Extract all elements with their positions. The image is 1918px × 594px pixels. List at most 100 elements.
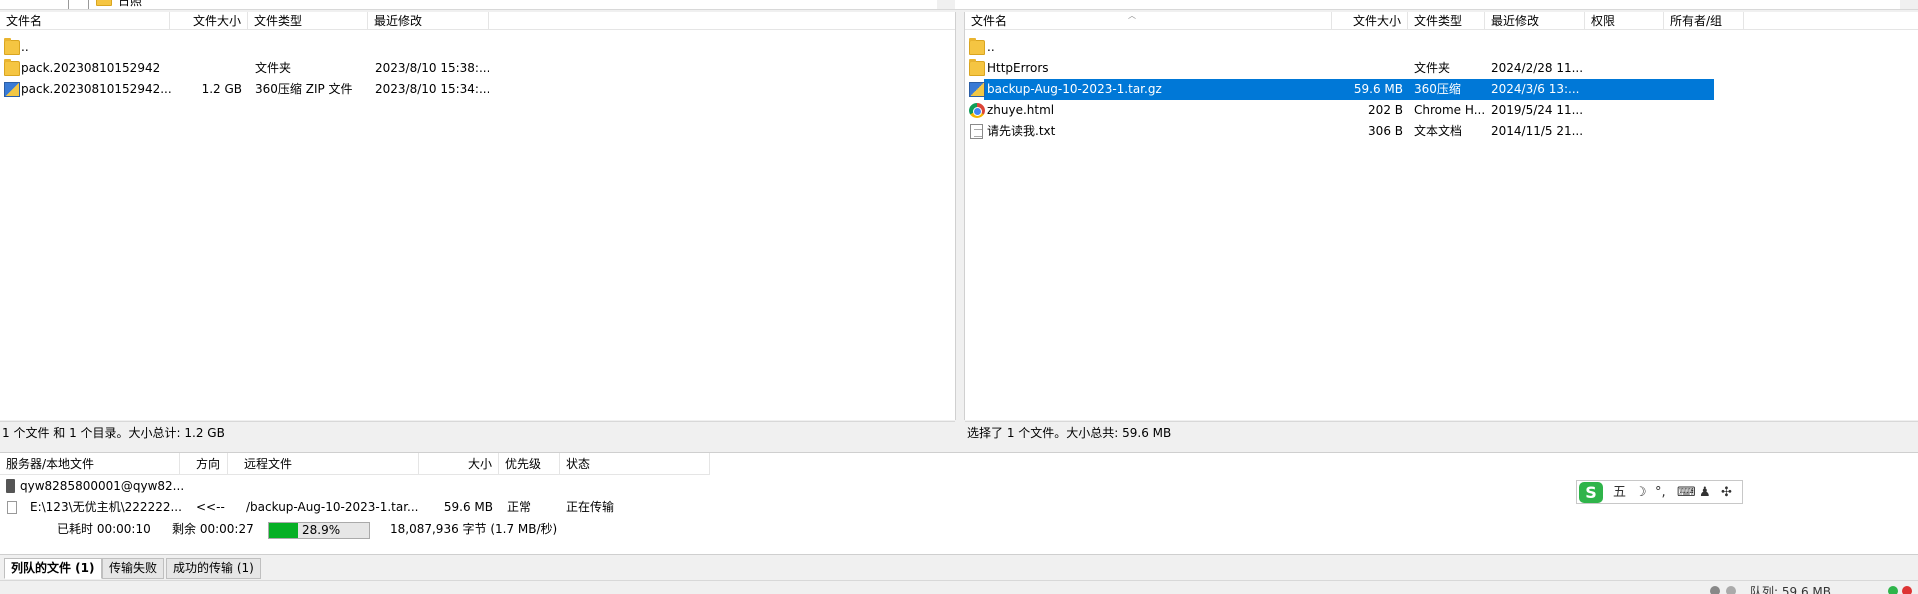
sogou-logo-icon[interactable]: S [1579, 482, 1603, 503]
transfer-size: 59.6 MB [443, 500, 493, 514]
punctuation-icon[interactable]: °, [1655, 481, 1666, 505]
remote-list-header: 文件名 ︿ 文件大小 文件类型 最近修改 权限 所有者/组 [965, 11, 1918, 30]
column-header-size[interactable]: 文件大小 [1332, 12, 1408, 30]
column-header-direction[interactable]: 方向 [180, 453, 228, 475]
column-header-owner[interactable]: 所有者/组 [1664, 12, 1744, 30]
list-item[interactable]: HttpErrors 文件夹 2024/2/28 11... [965, 58, 1918, 79]
file-type: 文件夹 [255, 61, 292, 75]
local-list-header: 文件名 ︿ 文件大小 文件类型 最近修改 [0, 11, 955, 30]
file-type: 360压缩 ZIP 文件 [255, 82, 353, 96]
server-icon [6, 479, 15, 493]
remote-status-bar: 选择了 1 个文件。大小总共: 59.6 MB [965, 421, 1918, 443]
chrome-icon [969, 103, 985, 118]
file-name: pack.20230810152942.... [21, 82, 171, 96]
transfer-status-icon [1902, 586, 1912, 594]
scrollbar-stub[interactable] [1900, 0, 1918, 9]
file-size: 202 B [1368, 103, 1403, 117]
bottom-status-bar: 队列: 59.6 MB [0, 580, 1918, 594]
transfer-status: 正在传输 [566, 500, 615, 514]
list-item[interactable]: zhuye.html 202 B Chrome H... 2019/5/24 1… [965, 100, 1918, 121]
tree-line [68, 0, 69, 9]
local-dir-tree-strip[interactable]: 日照 [0, 0, 1918, 10]
list-item[interactable]: .. [0, 37, 955, 58]
tree-line [88, 0, 89, 9]
remote-file-list[interactable]: 文件名 ︿ 文件大小 文件类型 最近修改 权限 所有者/组 .. HttpErr… [965, 11, 1918, 420]
file-name: 请先读我.txt [987, 124, 1056, 138]
column-header-size[interactable]: 文件大小 [170, 12, 248, 30]
file-modified: 2023/8/10 15:38:... [375, 61, 489, 75]
column-header-server[interactable]: 服务器/本地文件 [0, 453, 180, 475]
file-name: zhuye.html [987, 103, 1055, 117]
keyboard-icon[interactable]: ⌨ [1677, 481, 1696, 505]
column-header-modified[interactable]: 最近修改 [1485, 12, 1585, 30]
file-modified: 2024/2/28 11... [1491, 61, 1583, 75]
folder-icon [4, 38, 20, 55]
file-icon [7, 501, 17, 514]
transfer-direction: <<-- [196, 500, 225, 514]
file-type: 文件夹 [1414, 61, 1451, 75]
file-size [170, 58, 242, 79]
list-item[interactable]: pack.20230810152942.... 1.2 GB 360压缩 ZIP… [0, 79, 955, 100]
column-header-permissions[interactable]: 权限 [1585, 12, 1664, 30]
file-type: 360压缩 [1414, 82, 1461, 96]
tab-successful-transfers[interactable]: 成功的传输 (1) [166, 558, 261, 579]
file-modified: 2014/11/5 21... [1491, 124, 1583, 138]
column-header-status[interactable]: 状态 [560, 453, 710, 475]
list-item[interactable]: 请先读我.txt 306 B 文本文档 2014/11/5 21... [965, 121, 1918, 142]
folder-icon [4, 59, 20, 76]
text-file-icon [970, 124, 983, 139]
file-type: 文本文档 [1414, 124, 1463, 138]
filter-icon[interactable] [1726, 586, 1736, 594]
file-modified: 2019/5/24 11... [1491, 103, 1583, 117]
column-header-type[interactable]: 文件类型 [1408, 12, 1485, 30]
file-size: 59.6 MB [1353, 82, 1403, 96]
ime-toolbar[interactable]: S 五 ☽ °, ⌨ ♟ ✣ [1576, 480, 1743, 504]
user-icon[interactable]: ♟ [1699, 481, 1711, 505]
server-name: qyw8285800001@qyw82... [20, 479, 185, 493]
file-name: .. [21, 40, 29, 54]
column-header-remote-file[interactable]: 远程文件 [238, 453, 419, 475]
sort-asc-icon: ︿ [1128, 11, 1136, 20]
ime-mode-wubi[interactable]: 五 [1613, 481, 1626, 505]
queue-tabs: 列队的文件 (1) 传输失败 成功的传输 (1) [0, 554, 1918, 580]
remaining-time: 剩余 00:00:27 [172, 522, 254, 536]
transferred-bytes: 18,087,936 字节 (1.7 MB/秒) [390, 522, 558, 536]
elapsed-time: 已耗时 00:00:10 [57, 522, 151, 536]
file-name: backup-Aug-10-2023-1.tar.gz [987, 82, 1162, 96]
column-header-size[interactable]: 大小 [419, 453, 499, 475]
toolbox-icon[interactable]: ✣ [1721, 481, 1732, 505]
tab-queued-files[interactable]: 列队的文件 (1) [4, 558, 102, 579]
file-size [1332, 58, 1403, 79]
scrollbar-stub[interactable] [937, 0, 955, 9]
list-item-selected[interactable]: backup-Aug-10-2023-1.tar.gz 59.6 MB 360压… [965, 79, 1918, 100]
column-header-priority[interactable]: 优先级 [499, 453, 560, 475]
column-header-modified[interactable]: 最近修改 [368, 12, 489, 30]
settings-icon[interactable] [1710, 586, 1720, 594]
local-file-list[interactable]: 文件名 ︿ 文件大小 文件类型 最近修改 .. pack.20230810152… [0, 11, 955, 420]
transfer-local-file: E:\123\无优主机\222222... [30, 500, 182, 514]
file-name: .. [987, 40, 995, 54]
zip-icon [969, 82, 985, 97]
folder-icon [969, 38, 985, 55]
transfer-remote-file: /backup-Aug-10-2023-1.tar... [246, 500, 419, 514]
moon-icon[interactable]: ☽ [1635, 481, 1647, 505]
folder-icon [96, 0, 112, 6]
local-status-bar: 1 个文件 和 1 个目录。大小总计: 1.2 GB [0, 421, 955, 443]
column-header-name[interactable]: 文件名 [0, 12, 170, 30]
connection-status-icon [1888, 586, 1898, 594]
queue-size-label: 队列: 59.6 MB [1750, 585, 1831, 594]
transfer-progress-bar: 28.9% [268, 522, 370, 539]
tab-failed-transfers[interactable]: 传输失败 [102, 558, 165, 579]
progress-label: 28.9% [302, 523, 341, 537]
pane-splitter[interactable] [955, 12, 965, 420]
file-size: 306 B [1368, 124, 1403, 138]
file-name: pack.20230810152942 [21, 61, 161, 75]
column-header-name[interactable]: 文件名 [965, 12, 1332, 30]
tree-item-label[interactable]: 日照 [118, 0, 142, 9]
folder-icon [969, 59, 985, 76]
file-type: Chrome H... [1414, 103, 1484, 117]
column-header-type[interactable]: 文件类型 [248, 12, 368, 30]
list-item[interactable]: .. [965, 37, 1918, 58]
list-item[interactable]: pack.20230810152942 文件夹 2023/8/10 15:38:… [0, 58, 955, 79]
file-name: HttpErrors [987, 61, 1049, 75]
